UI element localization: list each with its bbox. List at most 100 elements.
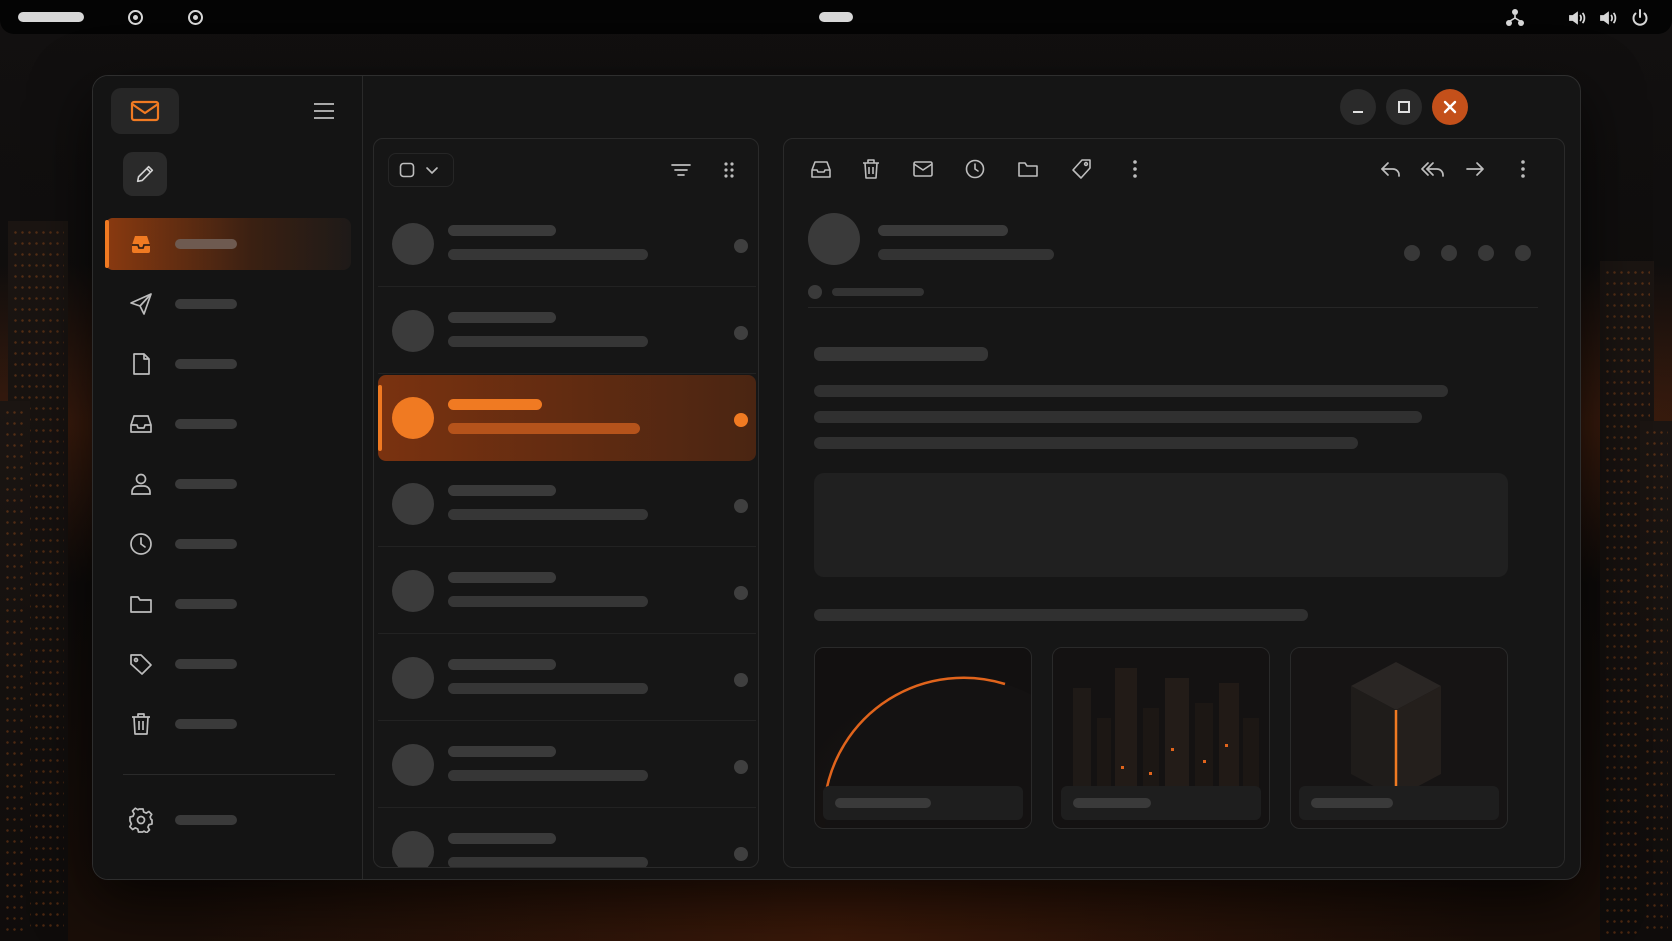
message-subject xyxy=(448,857,648,867)
message-list-item[interactable] xyxy=(378,722,756,808)
sidebar-item-label xyxy=(175,419,237,429)
reply-icon[interactable] xyxy=(1378,156,1404,182)
message-status-dot xyxy=(734,673,748,687)
sidebar-item-settings[interactable] xyxy=(105,794,351,846)
more-vertical-icon[interactable] xyxy=(1510,156,1536,182)
power-icon[interactable] xyxy=(1630,8,1650,28)
message-sender xyxy=(448,399,542,410)
avatar xyxy=(392,483,434,525)
drag-handle-icon[interactable] xyxy=(716,157,742,183)
avatar xyxy=(392,570,434,612)
sender-address xyxy=(878,249,1054,260)
forward-icon[interactable] xyxy=(1462,156,1488,182)
filter-icon[interactable] xyxy=(668,157,694,183)
avatar xyxy=(392,744,434,786)
attachment-thumbnail[interactable] xyxy=(1052,647,1270,829)
message-subject xyxy=(448,249,648,260)
message-list-item[interactable] xyxy=(378,201,756,287)
message-status-dot xyxy=(734,239,748,253)
footer-line xyxy=(814,609,1308,621)
message-subject xyxy=(448,596,648,607)
message-list-item[interactable] xyxy=(378,635,756,721)
message-list-item-selected[interactable] xyxy=(378,375,756,461)
message-list-item[interactable] xyxy=(378,809,756,867)
sidebar-item-labels[interactable] xyxy=(105,638,351,690)
header-action-dot[interactable] xyxy=(1441,245,1457,261)
folder-icon[interactable] xyxy=(1015,156,1041,182)
message-status-dot xyxy=(734,760,748,774)
pencil-icon xyxy=(136,165,154,183)
clock-indicator[interactable] xyxy=(819,12,853,22)
send-icon xyxy=(127,290,155,318)
volume-icon[interactable] xyxy=(1598,8,1618,28)
avatar xyxy=(392,310,434,352)
sidebar-item-label xyxy=(175,599,237,609)
message-sender xyxy=(448,312,556,323)
sidebar-item-archive[interactable] xyxy=(105,398,351,450)
minimize-icon xyxy=(1353,111,1363,113)
reply-all-icon[interactable] xyxy=(1420,156,1446,182)
attachment-caption xyxy=(1299,786,1499,820)
sidebar xyxy=(93,76,363,879)
attachment-name xyxy=(1073,798,1151,808)
body-line xyxy=(814,411,1422,423)
message-subject xyxy=(448,423,640,434)
message-sender xyxy=(448,485,556,496)
sidebar-item-label xyxy=(175,719,237,729)
sidebar-item-sent[interactable] xyxy=(105,278,351,330)
mail-icon[interactable] xyxy=(910,156,936,182)
header-action-dot[interactable] xyxy=(1404,245,1420,261)
minimize-button[interactable] xyxy=(1340,89,1376,125)
hamburger-menu-button[interactable] xyxy=(311,98,337,124)
sidebar-nav xyxy=(105,218,351,758)
record-indicator-icon[interactable] xyxy=(188,10,203,25)
message-sender xyxy=(448,833,556,844)
sidebar-item-snoozed[interactable] xyxy=(105,518,351,570)
body-line xyxy=(814,437,1358,449)
select-all-dropdown[interactable] xyxy=(388,153,454,187)
checkbox-icon[interactable] xyxy=(399,162,415,178)
message-sender xyxy=(448,572,556,583)
message-list-toolbar xyxy=(374,139,758,201)
message-sender xyxy=(448,225,556,236)
compose-button[interactable] xyxy=(123,152,167,196)
maximize-button[interactable] xyxy=(1386,89,1422,125)
sidebar-item-drafts[interactable] xyxy=(105,338,351,390)
workspace-indicator[interactable] xyxy=(18,12,84,22)
maximize-icon xyxy=(1398,101,1410,113)
email-subject xyxy=(814,347,988,361)
sidebar-item-inbox[interactable] xyxy=(105,218,351,270)
record-indicator-icon[interactable] xyxy=(128,10,143,25)
header-action-dot[interactable] xyxy=(1515,245,1531,261)
recipient-avatar xyxy=(808,285,822,299)
app-logo[interactable] xyxy=(111,88,179,134)
sidebar-item-contacts[interactable] xyxy=(105,458,351,510)
archive-icon[interactable] xyxy=(808,156,834,182)
volume-icon[interactable] xyxy=(1567,8,1587,28)
clock-icon xyxy=(127,530,155,558)
sidebar-item-trash[interactable] xyxy=(105,698,351,750)
tag-icon[interactable] xyxy=(1068,156,1094,182)
network-icon[interactable] xyxy=(1505,8,1525,28)
chevron-down-icon[interactable] xyxy=(425,163,439,177)
message-list-item[interactable] xyxy=(378,461,756,547)
attachment-thumbnail[interactable] xyxy=(1290,647,1508,829)
header-action-dot[interactable] xyxy=(1478,245,1494,261)
sidebar-item-folders[interactable] xyxy=(105,578,351,630)
message-list-item[interactable] xyxy=(378,288,756,374)
body-line xyxy=(814,385,1448,397)
clock-icon[interactable] xyxy=(962,156,988,182)
message-list-item[interactable] xyxy=(378,548,756,634)
folder-icon xyxy=(127,590,155,618)
attachment-thumbnail[interactable] xyxy=(814,647,1032,829)
quoted-block xyxy=(814,473,1508,577)
message-sender xyxy=(448,746,556,757)
more-vertical-icon[interactable] xyxy=(1122,156,1148,182)
hamburger-menu-icon xyxy=(314,103,334,119)
trash-icon[interactable] xyxy=(858,156,884,182)
message-subject xyxy=(448,770,648,781)
close-button[interactable] xyxy=(1432,89,1468,125)
message-sender xyxy=(448,659,556,670)
message-status-dot xyxy=(734,326,748,340)
sidebar-divider xyxy=(123,774,335,775)
